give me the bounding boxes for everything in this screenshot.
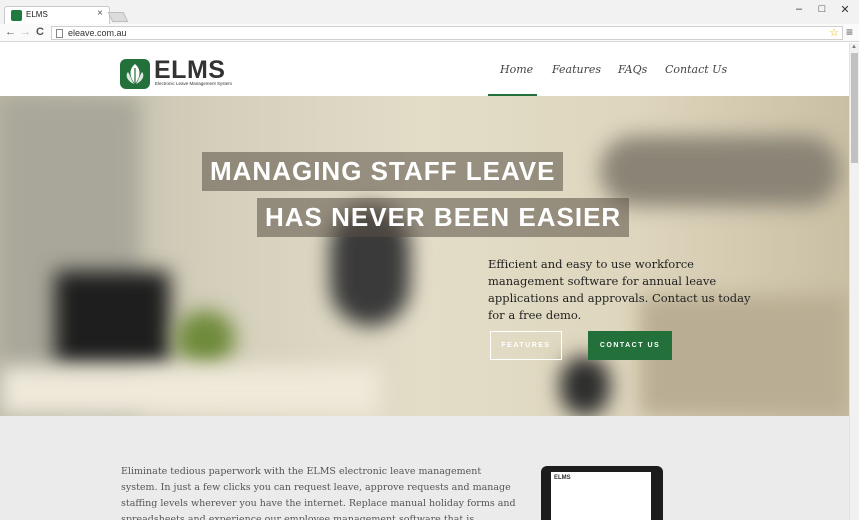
hero-headline-line-1: MANAGING STAFF LEAVE — [202, 152, 564, 191]
bg-bin-shape — [560, 356, 610, 416]
nav-faqs[interactable]: FAQs — [618, 63, 647, 76]
bg-monitor-shape — [55, 271, 170, 366]
address-bar[interactable]: eleave.com.au ☆ — [51, 26, 843, 40]
bg-plant-shape — [175, 311, 235, 366]
browser-tab[interactable]: ELMS × — [4, 6, 110, 24]
minimize-icon[interactable]: ‒ — [792, 3, 806, 15]
page-scrollbar[interactable]: ▲ — [849, 43, 859, 520]
tablet-screenshot: ELMS — [541, 466, 663, 520]
nav-features[interactable]: Features — [552, 63, 601, 76]
page-viewport: ELMS Electronic Leave Management System … — [0, 43, 849, 520]
nav-home[interactable]: Home — [500, 63, 533, 76]
close-tab-icon[interactable]: × — [97, 8, 103, 19]
bg-desk-shape — [0, 366, 380, 416]
back-arrow-icon[interactable]: ← — [5, 26, 16, 38]
site-header: ELMS Electronic Leave Management System … — [0, 43, 849, 96]
scroll-up-arrow-icon[interactable]: ▲ — [851, 44, 857, 50]
forward-arrow-icon[interactable]: → — [20, 26, 31, 38]
scrollbar-thumb[interactable] — [851, 53, 858, 163]
tablet-logo: ELMS — [554, 475, 571, 481]
tablet-screen: ELMS — [551, 472, 651, 520]
hero-banner: MANAGING STAFF LEAVE HAS NEVER BEEN EASI… — [0, 96, 849, 416]
bg-shelf-shape — [600, 136, 840, 206]
reload-icon[interactable]: C — [36, 26, 44, 38]
close-window-icon[interactable]: ✕ — [838, 3, 852, 16]
logo-tagline: Electronic Leave Management System — [155, 81, 233, 86]
features-button[interactable]: FEATURES — [490, 331, 562, 360]
nav-contact-us[interactable]: Contact Us — [665, 63, 727, 76]
browser-menu-icon[interactable]: ≡ — [846, 25, 853, 39]
elms-logo[interactable]: ELMS Electronic Leave Management System — [120, 56, 236, 90]
site-favicon-icon — [11, 10, 22, 21]
hero-description: Efficient and easy to use workforce mana… — [488, 257, 751, 322]
logo-leaf-icon — [120, 59, 150, 89]
bookmark-star-icon[interactable]: ☆ — [829, 26, 839, 39]
intro-paragraph: Eliminate tedious paperwork with the ELM… — [121, 466, 516, 520]
browser-toolbar: ← → C eleave.com.au ☆ ≡ — [0, 24, 859, 42]
intro-section: Eliminate tedious paperwork with the ELM… — [0, 416, 849, 520]
hero-headline-line-2: HAS NEVER BEEN EASIER — [257, 198, 630, 237]
maximize-icon[interactable]: □ — [815, 3, 829, 15]
tab-title: ELMS — [26, 10, 48, 19]
browser-titlebar: ELMS × ‒ □ ✕ — [0, 0, 859, 24]
contact-us-button[interactable]: CONTACT US — [588, 331, 672, 360]
url-text[interactable]: eleave.com.au — [68, 28, 127, 38]
new-tab-button[interactable] — [107, 12, 129, 22]
page-icon — [56, 29, 63, 38]
